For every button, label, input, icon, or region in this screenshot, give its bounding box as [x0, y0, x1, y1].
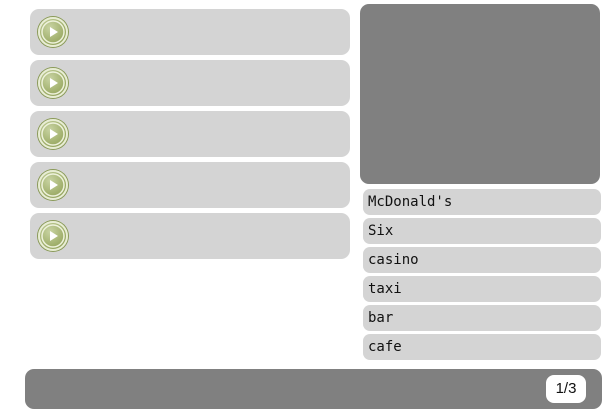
play-button[interactable]: [38, 17, 68, 47]
play-icon: [41, 71, 65, 95]
play-button[interactable]: [38, 221, 68, 251]
image-placeholder: [360, 4, 600, 184]
audio-clip-row: [30, 9, 350, 55]
quiz-stage: McDonald's Six casino taxi bar cafe 1/3: [0, 0, 613, 417]
answer-choice-list: McDonald's Six casino taxi bar cafe: [363, 189, 601, 363]
answer-choice[interactable]: Six: [363, 218, 601, 244]
page-counter: 1/3: [546, 375, 586, 403]
audio-clip-list: [30, 9, 350, 264]
play-icon: [41, 20, 65, 44]
answer-choice[interactable]: taxi: [363, 276, 601, 302]
answer-choice[interactable]: casino: [363, 247, 601, 273]
play-button[interactable]: [38, 119, 68, 149]
answer-choice[interactable]: cafe: [363, 334, 601, 360]
play-icon: [41, 224, 65, 248]
answer-choice[interactable]: bar: [363, 305, 601, 331]
audio-clip-row: [30, 162, 350, 208]
audio-clip-row: [30, 213, 350, 259]
play-button[interactable]: [38, 170, 68, 200]
answer-choice[interactable]: McDonald's: [363, 189, 601, 215]
audio-clip-row: [30, 111, 350, 157]
play-icon: [41, 122, 65, 146]
play-icon: [41, 173, 65, 197]
play-button[interactable]: [38, 68, 68, 98]
audio-clip-row: [30, 60, 350, 106]
footer-bar: 1/3: [25, 369, 602, 409]
